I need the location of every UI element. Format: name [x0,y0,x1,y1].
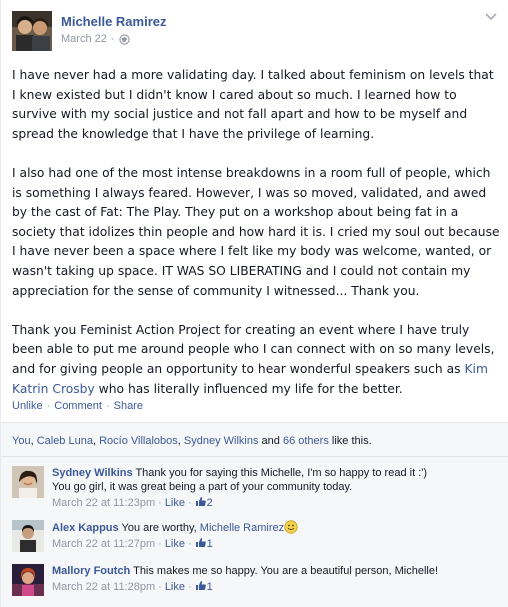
likes-tail: like this. [331,435,372,447]
share-link[interactable]: Share [114,400,143,412]
facebook-post: Michelle Ramirez March 22 · I have never… [0,0,508,607]
comment-link[interactable]: Comment [54,400,102,412]
likes-others-link[interactable]: 66 others [283,435,329,447]
comment-time[interactable]: March 22 at 11:27pm [52,537,155,551]
likes-and: and [261,435,280,447]
comment-body: Alex Kappus You are worthy, Michelle Ram… [52,520,503,551]
chevron-down-icon [485,13,497,21]
comment-like-link[interactable]: Like [165,580,185,594]
author-avatar[interactable] [12,11,52,51]
comment-meta: March 22 at 11:23pm · Like · 2 [52,496,503,510]
post-paragraph-2: I also had one of the most intense break… [12,165,500,298]
meta-separator: · [188,497,192,509]
commenter-avatar[interactable] [12,520,44,552]
comment-time[interactable]: March 22 at 11:28pm [52,580,155,594]
post-paragraph-1: I have never had a more validating day. … [12,68,494,141]
like-count-value: 1 [206,538,213,550]
action-separator: · [105,400,110,412]
likes-you[interactable]: You [12,435,31,447]
meta-separator: · [158,581,162,593]
likes-summary: You, Caleb Luna, Rocío Villalobos, Sydne… [12,435,372,447]
liker-sydney-wilkins[interactable]: Sydney Wilkins [184,435,259,447]
post-time-link[interactable]: March 22 [61,33,107,45]
comment-mention-link[interactable]: Michelle Ramirez [200,522,284,534]
comment-like-link[interactable]: Like [165,496,185,510]
smiley-icon [284,520,298,534]
unlike-link[interactable]: Unlike [12,400,43,412]
comment-like-count[interactable]: 1 [195,537,213,551]
commenter-name[interactable]: Alex Kappus [52,522,119,534]
meta-separator: · [188,581,192,593]
thumbs-up-icon [195,497,206,506]
meta-separator: · [158,538,162,550]
comment-text: This makes me so happy. You are a beauti… [133,565,439,577]
post-paragraph-3: Thank you Feminist Action Project for cr… [12,321,500,399]
comment-text: You are worthy, [121,522,197,534]
comment-item: Alex Kappus You are worthy, Michelle Ram… [12,520,503,556]
meta-separator: · [188,538,192,550]
post-options[interactable] [484,11,498,25]
like-count-value: 2 [206,497,213,509]
author-name[interactable]: Michelle Ramirez [61,14,167,29]
divider [1,456,508,457]
comment-item: Sydney Wilkins Thank you for saying this… [12,466,503,512]
thumbs-up-icon [195,538,206,547]
liker-rocio-villalobos[interactable]: Rocío Villalobos [99,435,178,447]
comment-item: Mallory Foutch This makes me so happy. Y… [12,564,503,600]
comment-text-line-2: You go girl, it was great being a part o… [52,481,353,493]
post-timestamp: March 22 · [61,33,130,45]
meta-separator: · [110,33,115,45]
post-header: Michelle Ramirez March 22 · [12,11,508,51]
comment-text: Thank you for saying this Michelle, I'm … [135,467,428,479]
post-actions: Unlike · Comment · Share [12,400,143,412]
like-count-value: 1 [206,581,213,593]
action-separator: · [46,400,51,412]
feedback-section: You, Caleb Luna, Rocío Villalobos, Sydne… [1,422,508,607]
commenter-avatar[interactable] [12,564,44,596]
liker-caleb-luna[interactable]: Caleb Luna [37,435,93,447]
commenter-name[interactable]: Mallory Foutch [52,565,130,577]
comment-like-link[interactable]: Like [165,537,185,551]
comment-like-count[interactable]: 1 [195,580,213,594]
post-body: I have never had a more validating day. … [12,66,500,419]
comment-meta: March 22 at 11:27pm · Like · 1 [52,537,503,551]
globe-icon [118,33,130,45]
meta-separator: · [158,497,162,509]
comment-body: Sydney Wilkins Thank you for saying this… [52,466,503,510]
comment-like-count[interactable]: 2 [195,496,213,510]
comment-meta: March 22 at 11:28pm · Like · 1 [52,580,503,594]
comment-body: Mallory Foutch This makes me so happy. Y… [52,564,503,594]
paragraph-3-tail: who has literally influenced my life for… [94,381,403,396]
thumbs-up-icon [195,581,206,590]
commenter-avatar[interactable] [12,466,44,498]
paragraph-3-text: Thank you Feminist Action Project for cr… [12,322,495,376]
comment-time[interactable]: March 22 at 11:23pm [52,496,155,510]
commenter-name[interactable]: Sydney Wilkins [52,467,133,479]
